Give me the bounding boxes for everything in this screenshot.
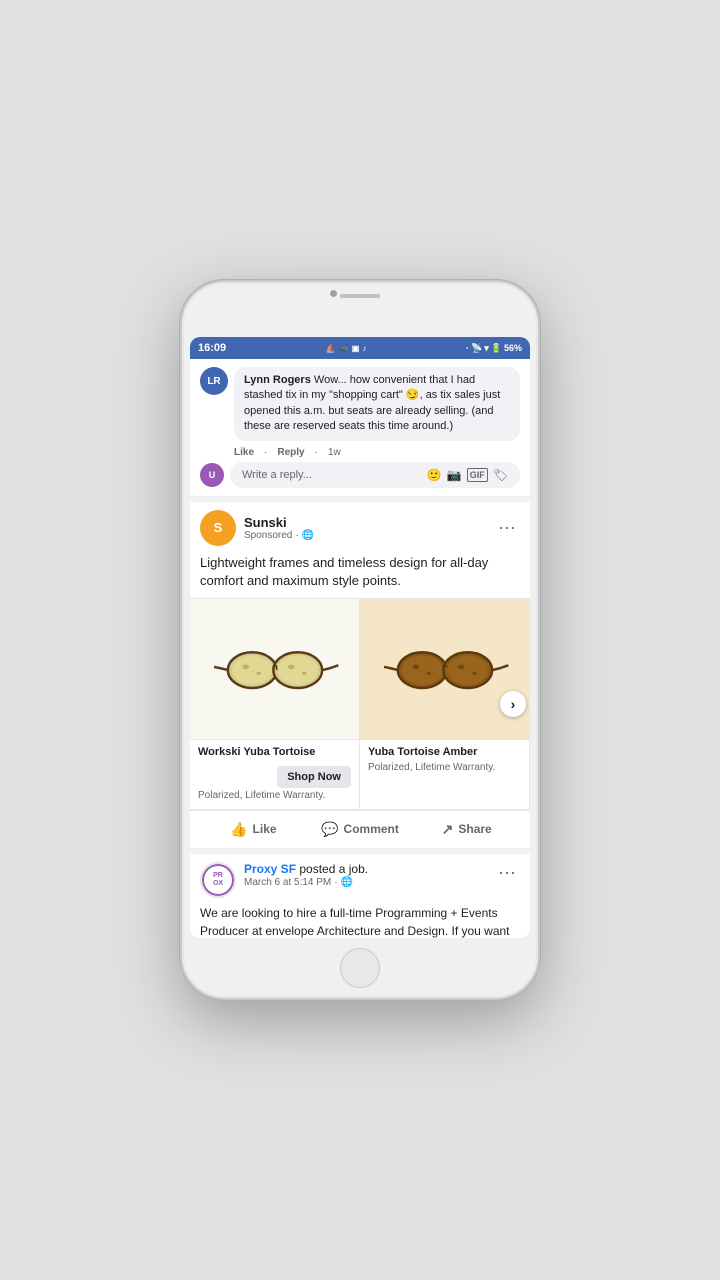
comment-time: 1w	[328, 447, 341, 458]
post-header-left: S Sunski Sponsored · 🌐	[200, 510, 314, 546]
emoji-icon[interactable]: 🙂	[427, 468, 442, 482]
wifi-icon: ▾	[484, 343, 489, 354]
share-label: Share	[458, 822, 491, 836]
status-right-icons: · 📡 ▾ 🔋 56%	[466, 343, 522, 354]
job-globe-icon: 🌐	[341, 877, 353, 888]
job-author-text: Proxy SF posted a job.	[244, 862, 368, 876]
post-actions: 👍 Like 💬 Comment ↗ Share	[190, 810, 530, 848]
news-feed[interactable]: LR Lynn Rogers Wow... how convenient tha…	[190, 359, 530, 938]
status-time: 16:09	[198, 342, 226, 354]
job-action-text: posted a job.	[299, 862, 368, 876]
power-button[interactable]	[538, 402, 540, 446]
reply-placeholder: Write a reply...	[242, 469, 312, 481]
product-desc-1: Polarized, Lifetime Warranty.	[198, 788, 351, 801]
shop-now-button[interactable]: Shop Now	[277, 766, 351, 788]
comment-author: Lynn Rogers	[244, 374, 311, 386]
status-notification-icons: ⛵ 📹 ▣ ♪	[326, 344, 367, 353]
volume-up-button[interactable]	[180, 392, 182, 420]
comment-actions: Like · Reply · 1w	[200, 447, 520, 458]
comment-icon: 💬	[321, 821, 338, 838]
reply-input-container[interactable]: Write a reply... 🙂 📷 GIF 🏷	[230, 462, 520, 488]
brand-info: Sunski Sponsored · 🌐	[244, 515, 314, 541]
sunglasses-illustration-2	[380, 636, 510, 701]
comment-reply-action[interactable]: Reply	[277, 447, 304, 458]
notification-icon-3: ▣	[352, 344, 360, 353]
comment-bubble: Lynn Rogers Wow... how convenient that I…	[234, 367, 520, 441]
more-options-button[interactable]: ···	[494, 517, 520, 538]
status-bar: 16:09 ⛵ 📹 ▣ ♪ · 📡 ▾ 🔋 56%	[190, 337, 530, 359]
sticker-icon[interactable]: 🏷	[493, 468, 508, 482]
reply-user-avatar: U	[200, 463, 224, 487]
proxy-sf-avatar: PROX	[200, 862, 236, 898]
product-image-1	[190, 599, 359, 739]
comment-section: LR Lynn Rogers Wow... how convenient tha…	[190, 359, 530, 502]
job-post-header: PROX Proxy SF posted a job. March 6 at 5…	[200, 862, 520, 898]
product-image-2	[360, 599, 529, 739]
product-card-1: Workski Yuba Tortoise Shop Now Polarized…	[190, 599, 360, 809]
job-post: PROX Proxy SF posted a job. March 6 at 5…	[190, 854, 530, 938]
front-camera	[330, 290, 337, 297]
comment-action-button[interactable]: 💬 Comment	[307, 815, 414, 844]
cast-icon: 📡	[471, 343, 482, 354]
like-label: Like	[253, 822, 277, 836]
job-post-text: We are looking to hire a full-time Progr…	[200, 904, 520, 938]
job-post-left: PROX Proxy SF posted a job. March 6 at 5…	[200, 862, 368, 898]
ad-post-text: Lightweight frames and timeless design f…	[190, 550, 530, 598]
thumbs-up-icon: 👍	[230, 821, 247, 838]
signal-dot: ·	[466, 343, 469, 353]
job-brand-name[interactable]: Proxy SF	[244, 862, 296, 876]
comment-like-action[interactable]: Like	[234, 447, 254, 458]
job-more-options-button[interactable]: ···	[494, 862, 520, 883]
job-author-info: Proxy SF posted a job. March 6 at 5:14 P…	[244, 862, 368, 898]
chevron-right-icon: ›	[511, 696, 516, 712]
reply-input-icons: 🙂 📷 GIF 🏷	[427, 468, 508, 482]
battery-icon: 🔋	[491, 343, 502, 354]
battery-percent: 56%	[504, 343, 522, 353]
globe-icon: 🌐	[302, 530, 314, 541]
phone-screen: 16:09 ⛵ 📹 ▣ ♪ · 📡 ▾ 🔋 56% LR	[190, 337, 530, 938]
product-info-2: Yuba Tortoise Amber Polarized, Lifetime …	[360, 739, 529, 781]
like-action-button[interactable]: 👍 Like	[200, 815, 307, 844]
ad-post: S Sunski Sponsored · 🌐 ··· Li	[190, 502, 530, 848]
volume-down-button[interactable]	[180, 430, 182, 458]
share-action-button[interactable]: ↗ Share	[413, 815, 520, 844]
product-name-2: Yuba Tortoise Amber	[368, 746, 521, 758]
notification-icon-2: 📹	[339, 344, 349, 353]
home-button[interactable]	[340, 948, 380, 988]
reply-input-row: U Write a reply... 🙂 📷 GIF 🏷	[200, 462, 520, 488]
commenter-avatar: LR	[200, 367, 228, 395]
job-timestamp: March 6 at 5:14 PM · 🌐	[244, 877, 368, 888]
sunglasses-illustration-1	[210, 636, 340, 701]
product-carousel[interactable]: Workski Yuba Tortoise Shop Now Polarized…	[190, 598, 530, 810]
sponsored-label: Sponsored · 🌐	[244, 530, 314, 541]
post-header: S Sunski Sponsored · 🌐 ···	[190, 502, 530, 550]
comment-item: LR Lynn Rogers Wow... how convenient tha…	[200, 367, 520, 441]
notification-icon-1: ⛵	[326, 344, 336, 353]
phone-device: 16:09 ⛵ 📹 ▣ ♪ · 📡 ▾ 🔋 56% LR	[180, 280, 540, 1000]
product-desc-2: Polarized, Lifetime Warranty.	[368, 762, 521, 773]
proxy-avatar-inner: PROX	[202, 864, 234, 896]
brand-name[interactable]: Sunski	[244, 515, 314, 530]
carousel-next-button[interactable]: ›	[500, 691, 526, 717]
notification-icon-4: ♪	[362, 344, 366, 353]
brand-avatar: S	[200, 510, 236, 546]
product-info-1: Workski Yuba Tortoise Shop Now Polarized…	[190, 739, 359, 809]
product-name-1: Workski Yuba Tortoise	[198, 746, 351, 758]
share-icon: ↗	[442, 821, 454, 838]
job-date: March 6 at 5:14 PM	[244, 877, 331, 888]
comment-label: Comment	[344, 822, 399, 836]
camera-icon[interactable]: 📷	[447, 468, 462, 482]
gif-icon[interactable]: GIF	[467, 468, 488, 482]
